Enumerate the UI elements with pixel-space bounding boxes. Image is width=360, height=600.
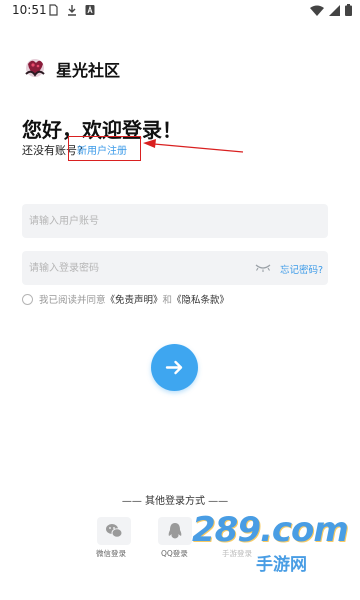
agreement-and-text: 和 (162, 295, 173, 306)
status-icons (310, 4, 352, 16)
disclaimer-link[interactable]: 《免责声明》 (106, 292, 163, 306)
eye-closed-icon[interactable] (254, 263, 272, 273)
other-login-title: —— 其他登录方式 —— (121, 496, 229, 507)
arrow-right-icon (165, 360, 183, 375)
wifi-icon (310, 5, 324, 16)
watermark-subtitle: 手游网 (256, 555, 307, 575)
wechat-login-button[interactable] (97, 517, 131, 545)
app-name: 星光社区 (56, 61, 121, 80)
agreement-radio[interactable] (22, 293, 33, 305)
signal-icon (329, 4, 340, 16)
watermark-logo: 289.com (192, 510, 349, 550)
status-time: 10:51 (12, 3, 47, 17)
notification-a-icon (85, 5, 95, 15)
login-submit-button[interactable] (151, 344, 198, 391)
download-icon (68, 5, 76, 16)
wechat-icon (106, 524, 123, 538)
qq-login-button[interactable] (158, 517, 192, 545)
battery-icon (345, 4, 352, 16)
watermark: 289.com 手游网 (192, 510, 349, 590)
sim-card-icon (49, 4, 58, 16)
wechat-login-label: 微信登录 (96, 549, 126, 558)
username-field (22, 204, 328, 238)
privacy-link[interactable]: 《隐私条款》 (172, 292, 229, 306)
agreement-text: 我已阅读并同意 (39, 295, 106, 306)
username-input[interactable] (22, 204, 328, 238)
agreement-row: 我已阅读并同意 《免责声明》 和 《隐私条款》 (22, 292, 229, 306)
annotation-arrow-icon (143, 139, 244, 153)
status-bar: 10:51 (0, 0, 360, 22)
star-community-logo (25, 59, 45, 77)
register-link[interactable]: 新用户注册 (77, 142, 127, 157)
qq-icon (168, 523, 182, 539)
qq-login-label: QQ登录 (161, 549, 188, 558)
password-field: 忘记密码? (22, 251, 328, 285)
forgot-password-link[interactable]: 忘记密码? (280, 262, 323, 276)
